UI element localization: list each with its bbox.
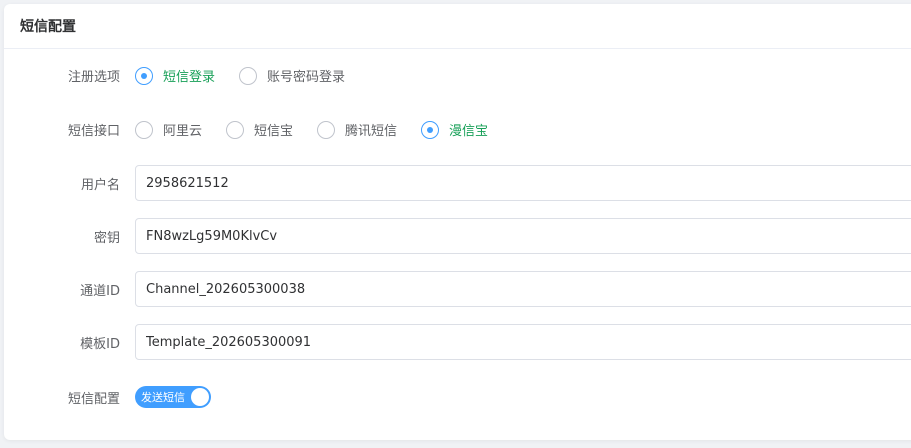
register-radio-group: 短信登录 账号密码登录	[135, 66, 369, 85]
channel-id-input[interactable]	[135, 271, 911, 307]
card-title: 短信配置	[4, 4, 911, 49]
radio-label: 漫信宝	[449, 124, 489, 139]
radio-password-login[interactable]: 账号密码登录	[239, 66, 345, 85]
template-id-input[interactable]	[135, 324, 911, 360]
radio-label: 阿里云	[163, 124, 203, 139]
register-option-row: 注册选项 短信登录 账号密码登录	[4, 66, 369, 85]
switch-text: 发送短信	[141, 391, 185, 404]
radio-aliyun[interactable]: 阿里云	[135, 120, 202, 139]
switch-knob	[191, 388, 209, 406]
provider-radio-group: 阿里云 短信宝 腾讯短信 漫信宝	[135, 120, 512, 139]
template-id-label: 模板ID	[80, 336, 120, 352]
radio-smsbao[interactable]: 短信宝	[226, 120, 293, 139]
channel-id-row: 通道ID	[4, 271, 911, 307]
secret-label: 密钥	[93, 230, 120, 246]
username-input[interactable]	[135, 165, 911, 201]
radio-circle	[135, 120, 153, 139]
radio-sms-login[interactable]: 短信登录	[135, 66, 215, 85]
register-option-label: 注册选项	[67, 70, 120, 85]
radio-label: 短信登录	[163, 70, 216, 85]
radio-circle-checked	[135, 66, 153, 85]
radio-tencent-sms[interactable]: 腾讯短信	[317, 120, 397, 139]
template-id-row: 模板ID	[4, 324, 911, 360]
channel-id-label: 通道ID	[80, 283, 120, 299]
radio-manxinbao[interactable]: 漫信宝	[421, 120, 488, 139]
radio-circle	[226, 120, 245, 139]
sms-provider-label: 短信接口	[67, 124, 120, 139]
sms-config-row: 短信配置 发送短信	[4, 386, 211, 408]
radio-circle	[317, 120, 336, 139]
radio-circle	[239, 66, 258, 85]
sms-config-label: 短信配置	[67, 391, 120, 407]
send-sms-switch[interactable]: 发送短信	[135, 386, 211, 408]
secret-row: 密钥	[4, 218, 911, 254]
username-row: 用户名	[4, 165, 911, 201]
radio-label: 短信宝	[254, 124, 294, 139]
radio-label: 腾讯短信	[345, 124, 398, 139]
sms-config-card: 短信配置 注册选项 短信登录 账号密码登录 短信接口 阿里云 短信宝 腾讯短信 …	[4, 4, 911, 440]
username-label: 用户名	[80, 177, 120, 193]
secret-input[interactable]	[135, 218, 911, 254]
sms-provider-row: 短信接口 阿里云 短信宝 腾讯短信 漫信宝	[4, 120, 512, 139]
radio-label: 账号密码登录	[267, 70, 346, 85]
radio-circle-checked	[421, 120, 440, 139]
